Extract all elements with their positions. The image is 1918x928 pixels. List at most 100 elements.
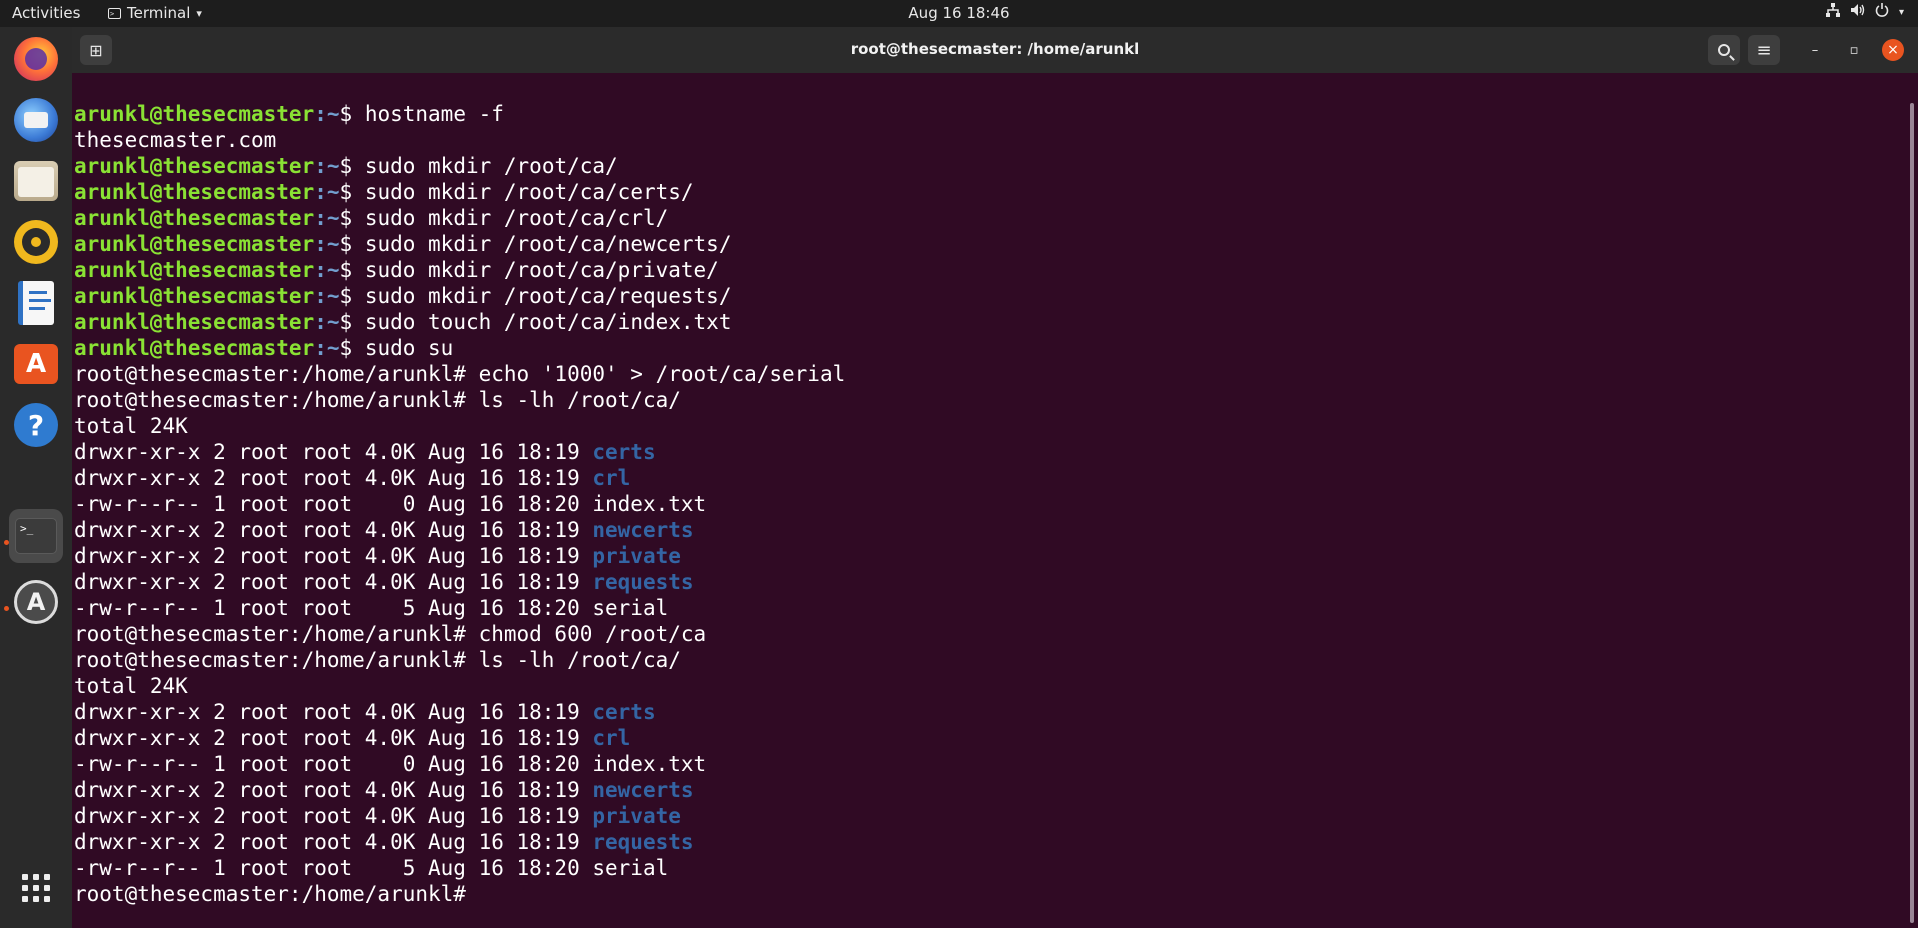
ls-entry-meta: -rw-r--r-- 1 root root 0 Aug 16 18:20 <box>74 492 593 516</box>
ls-entry-meta: -rw-r--r-- 1 root root 5 Aug 16 18:20 <box>74 856 593 880</box>
dock-software[interactable]: A <box>9 337 63 391</box>
ls-directory-name: private <box>592 544 681 568</box>
terminal-line: root@thesecmaster:/home/arunkl# echo '10… <box>74 361 845 387</box>
scrollbar-thumb[interactable] <box>1910 103 1914 923</box>
command-text: sudo mkdir /root/ca/newcerts/ <box>364 232 732 256</box>
terminal-line: root@thesecmaster:/home/arunkl# <box>74 881 845 907</box>
command-text: sudo mkdir /root/ca/private/ <box>364 258 719 282</box>
command-text: sudo touch /root/ca/index.txt <box>364 310 732 334</box>
ls-entry-meta: drwxr-xr-x 2 root root 4.0K Aug 16 18:19 <box>74 830 593 854</box>
terminal-line: thesecmaster.com <box>74 127 845 153</box>
prompt-user-host: arunkl@thesecmaster <box>74 284 315 308</box>
prompt-user-host: arunkl@thesecmaster <box>74 232 315 256</box>
prompt-user-host: arunkl@thesecmaster <box>74 258 315 282</box>
dock-help[interactable]: ? <box>9 398 63 452</box>
terminal-line: arunkl@thesecmaster:~$ sudo su <box>74 335 845 361</box>
ls-directory-name: requests <box>592 830 694 854</box>
root-prompt: root@thesecmaster:/home/arunkl# <box>74 622 479 646</box>
search-button[interactable] <box>1708 35 1740 65</box>
terminal-line: drwxr-xr-x 2 root root 4.0K Aug 16 18:19… <box>74 777 845 803</box>
terminal-line: drwxr-xr-x 2 root root 4.0K Aug 16 18:19… <box>74 543 845 569</box>
close-button[interactable]: × <box>1882 39 1904 61</box>
command-text: chmod 600 /root/ca <box>478 622 707 646</box>
root-prompt: root@thesecmaster:/home/arunkl# <box>74 362 479 386</box>
prompt-path: :~ <box>314 154 340 178</box>
ls-entry-meta: drwxr-xr-x 2 root root 4.0K Aug 16 18:19 <box>74 440 593 464</box>
prompt-path: :~ <box>314 336 340 360</box>
terminal-line: arunkl@thesecmaster:~$ sudo mkdir /root/… <box>74 283 845 309</box>
terminal-output[interactable]: arunkl@thesecmaster:~$ hostname -f thesec… <box>72 73 1918 928</box>
app-menu-label: Terminal <box>127 4 191 22</box>
app-menu-button[interactable]: > Terminal ▾ <box>108 4 202 22</box>
ls-entry-meta: -rw-r--r-- 1 root root 5 Aug 16 18:20 <box>74 596 593 620</box>
prompt-symbol: $ <box>339 310 365 334</box>
top-bar: Activities > Terminal ▾ Aug 16 18:46 ▾ <box>0 0 1918 27</box>
minimize-icon: – <box>1811 42 1819 58</box>
dock-terminal[interactable]: >_ <box>9 509 63 563</box>
prompt-user-host: arunkl@thesecmaster <box>74 336 315 360</box>
ls-directory-name: crl <box>592 726 631 750</box>
command-text: sudo mkdir /root/ca/requests/ <box>364 284 732 308</box>
ls-directory-name: newcerts <box>592 778 694 802</box>
ls-file-name: serial <box>592 596 669 620</box>
dock-rhythmbox[interactable] <box>9 215 63 269</box>
terminal-small-icon: > <box>108 7 121 19</box>
terminal-line: -rw-r--r-- 1 root root 5 Aug 16 18:20 se… <box>74 855 845 881</box>
dock: A ? >_ A <box>0 27 72 928</box>
rhythmbox-icon <box>14 220 58 264</box>
command-text: ls -lh /root/ca/ <box>478 648 681 672</box>
terminal-icon: >_ <box>15 518 57 554</box>
output-text: total 24K <box>74 414 188 438</box>
search-icon <box>1718 44 1730 56</box>
dock-show-apps[interactable] <box>9 861 63 915</box>
software-icon: A <box>14 344 58 384</box>
ls-entry-meta: drwxr-xr-x 2 root root 4.0K Aug 16 18:19 <box>74 570 593 594</box>
prompt-user-host: arunkl@thesecmaster <box>74 102 315 126</box>
ls-entry-meta: -rw-r--r-- 1 root root 0 Aug 16 18:20 <box>74 752 593 776</box>
prompt-symbol: $ <box>339 154 365 178</box>
prompt-symbol: $ <box>339 336 365 360</box>
terminal-line: -rw-r--r-- 1 root root 0 Aug 16 18:20 in… <box>74 751 845 777</box>
maximize-icon: ▫ <box>1849 42 1859 58</box>
root-prompt: root@thesecmaster:/home/arunkl# <box>74 388 479 412</box>
terminal-line: root@thesecmaster:/home/arunkl# ls -lh /… <box>74 647 845 673</box>
terminal-line: arunkl@thesecmaster:~$ sudo touch /root/… <box>74 309 845 335</box>
network-icon <box>1825 3 1840 21</box>
terminal-line: root@thesecmaster:/home/arunkl# ls -lh /… <box>74 387 845 413</box>
files-icon <box>14 161 58 201</box>
terminal-line: drwxr-xr-x 2 root root 4.0K Aug 16 18:19… <box>74 439 845 465</box>
ls-entry-meta: drwxr-xr-x 2 root root 4.0K Aug 16 18:19 <box>74 544 593 568</box>
dock-writer[interactable] <box>9 276 63 330</box>
terminal-window: ⊞ root@thesecmaster: /home/arunkl ≡ – ▫ … <box>72 27 1918 928</box>
maximize-button[interactable]: ▫ <box>1843 39 1865 61</box>
chevron-down-icon: ▾ <box>196 6 202 20</box>
terminal-line: arunkl@thesecmaster:~$ sudo mkdir /root/… <box>74 179 845 205</box>
activities-button[interactable]: Activities <box>12 4 80 22</box>
prompt-path: :~ <box>314 284 340 308</box>
scrollbar[interactable] <box>1906 73 1918 928</box>
dock-firefox[interactable] <box>9 32 63 86</box>
dock-thunderbird[interactable] <box>9 93 63 147</box>
terminal-line: drwxr-xr-x 2 root root 4.0K Aug 16 18:19… <box>74 517 845 543</box>
prompt-symbol: $ <box>339 258 365 282</box>
ls-directory-name: requests <box>592 570 694 594</box>
command-text: ls -lh /root/ca/ <box>478 388 681 412</box>
dock-updater[interactable]: A <box>9 575 63 629</box>
dock-files[interactable] <box>9 154 63 208</box>
menu-button[interactable]: ≡ <box>1748 35 1780 65</box>
title-bar[interactable]: ⊞ root@thesecmaster: /home/arunkl ≡ – ▫ … <box>72 27 1918 73</box>
ls-directory-name: crl <box>592 466 631 490</box>
volume-icon <box>1850 3 1865 21</box>
minimize-button[interactable]: – <box>1804 39 1826 61</box>
system-tray[interactable]: ▾ <box>1825 3 1904 21</box>
terminal-line: -rw-r--r-- 1 root root 0 Aug 16 18:20 in… <box>74 491 845 517</box>
terminal-line: drwxr-xr-x 2 root root 4.0K Aug 16 18:19… <box>74 699 845 725</box>
prompt-user-host: arunkl@thesecmaster <box>74 154 315 178</box>
terminal-line: drwxr-xr-x 2 root root 4.0K Aug 16 18:19… <box>74 803 845 829</box>
hamburger-menu-icon: ≡ <box>1756 39 1772 61</box>
terminal-line: drwxr-xr-x 2 root root 4.0K Aug 16 18:19… <box>74 569 845 595</box>
show-apps-grid-icon <box>22 874 50 902</box>
ls-file-name: serial <box>592 856 669 880</box>
clock-button[interactable]: Aug 16 18:46 <box>908 4 1009 22</box>
updater-icon: A <box>14 580 58 624</box>
